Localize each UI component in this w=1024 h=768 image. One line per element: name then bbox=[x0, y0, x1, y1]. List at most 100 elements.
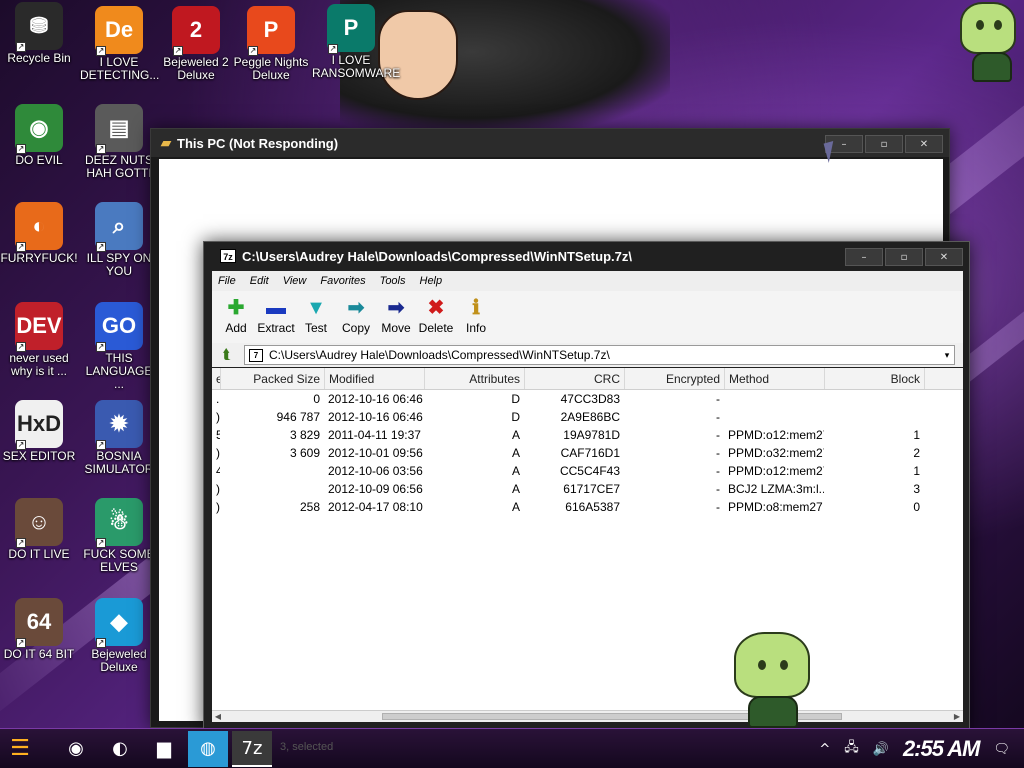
desktop-icon[interactable]: De ↗ I LOVE DETECTING... bbox=[80, 6, 159, 82]
menu-item[interactable]: Edit bbox=[250, 275, 269, 287]
table-cell: - bbox=[716, 446, 720, 460]
chevron-down-icon[interactable]: ▾ bbox=[940, 350, 954, 361]
table-cell: 258 bbox=[299, 500, 320, 514]
desktop-icon[interactable]: ◆ ↗ Bejeweled Deluxe bbox=[80, 598, 158, 674]
table-row[interactable]: ) 3 609 2012-10-01 09:56 A CAF716D1 - PPMD:o32… bbox=[212, 444, 963, 462]
table-cell: - bbox=[716, 464, 720, 478]
table-row[interactable]: ) 2012-10-09 06:56 A 61717CE7 - BCJ2 LZMA:3m:… bbox=[212, 480, 963, 498]
desktop-icon[interactable]: ⛃ ↗ Recycle Bin bbox=[0, 2, 78, 65]
table-row[interactable]: ) 946 787 2012-10-16 06:46 D 2A9E86BC - bbox=[212, 408, 963, 426]
table-cell: ) bbox=[216, 410, 220, 424]
desktop-icon-label: DO EVIL bbox=[15, 153, 63, 167]
desktop-icon[interactable]: ◐ ↗ FURRYFUCK! bbox=[0, 202, 78, 265]
minimize-button[interactable]: – bbox=[845, 248, 883, 266]
table-cell: 2012-10-06 03:56 bbox=[328, 464, 423, 478]
toolbar-button-add[interactable]: ✚ Add bbox=[216, 291, 256, 343]
desktop-icon[interactable]: ◉ ↗ DO EVIL bbox=[0, 104, 78, 167]
column-header[interactable]: Packed Size bbox=[221, 368, 325, 389]
desktop-icon[interactable]: P ↗ Peggle Nights Deluxe bbox=[232, 6, 310, 82]
column-header[interactable]: Encrypted bbox=[625, 368, 725, 389]
table-cell: 3 609 bbox=[289, 446, 320, 460]
move-icon: ➡ bbox=[387, 297, 405, 319]
desktop-icon-label: ILL SPY ON YOU bbox=[86, 251, 152, 278]
table-cell: 19A9781D bbox=[563, 428, 620, 442]
toolbar: ✚ Add ▬ Extract ▼ Test ➡ Copy ➡ Move ✖ Delete ℹ Info bbox=[212, 291, 963, 343]
shortcut-arrow-icon: ↗ bbox=[16, 538, 26, 548]
desktop-icon[interactable]: ⌕ ↗ ILL SPY ON YOU bbox=[80, 202, 158, 278]
table-row[interactable]: ) 258 2012-04-17 08:10 A 616A5387 - PPMD:o8:me… bbox=[212, 498, 963, 516]
toolbar-button-delete[interactable]: ✖ Delete bbox=[416, 291, 456, 343]
toolbar-button-extract[interactable]: ▬ Extract bbox=[256, 291, 296, 343]
desktop-icon[interactable]: HxD ↗ SEX EDITOR bbox=[0, 400, 78, 463]
column-header[interactable]: Modified bbox=[325, 368, 425, 389]
taskbar-chrome-icon[interactable]: ◉ bbox=[56, 731, 96, 767]
taskbar-firefox-icon[interactable]: ◐ bbox=[100, 731, 140, 767]
column-header[interactable]: Method bbox=[725, 368, 825, 389]
toolbar-button-copy[interactable]: ➡ Copy bbox=[336, 291, 376, 343]
sevenzip-app-icon: 7z bbox=[220, 249, 236, 263]
table-cell bbox=[724, 408, 824, 426]
toolbar-button-test[interactable]: ▼ Test bbox=[296, 291, 336, 343]
menu-item[interactable]: View bbox=[283, 275, 307, 287]
table-cell: 2 bbox=[913, 446, 920, 460]
scroll-right-icon[interactable]: ▶ bbox=[951, 711, 963, 722]
column-header[interactable]: Block bbox=[825, 368, 925, 389]
notification-icon[interactable]: 🗨 bbox=[993, 742, 1010, 757]
menu-item[interactable]: File bbox=[218, 275, 236, 287]
toolbar-button-info[interactable]: ℹ Info bbox=[456, 291, 496, 343]
menu-item[interactable]: Tools bbox=[380, 275, 406, 287]
toolbar-button-move[interactable]: ➡ Move bbox=[376, 291, 416, 343]
status-text: 3, selected bbox=[280, 741, 334, 753]
desktop-icon[interactable]: P ↗ I LOVE RANSOMWARE bbox=[312, 4, 400, 80]
desktop-icon[interactable]: GO ↗ THIS LANGUAGE ... bbox=[80, 302, 158, 391]
column-header[interactable]: CRC bbox=[525, 368, 625, 389]
network-icon[interactable]: 🖧 bbox=[844, 738, 859, 760]
taskbar-sevenzip-icon[interactable]: 7z bbox=[232, 730, 272, 767]
close-button[interactable]: ✕ bbox=[905, 135, 943, 153]
volume-icon[interactable]: 🔊 bbox=[873, 742, 889, 757]
table-cell: 0 bbox=[913, 500, 920, 514]
table-row[interactable]: 5 3 829 2011-04-11 19:37 A 19A9781D - PPMD:o12… bbox=[212, 426, 963, 444]
taskbar-explorer-icon[interactable]: ▆ bbox=[144, 731, 184, 767]
desktop-icon[interactable]: ▤ ↗ DEEZ NUTS HAH GOTTI bbox=[80, 104, 158, 180]
desktop-icon-label: BOSNIA SIMULATOR bbox=[84, 449, 154, 476]
horizontal-scrollbar[interactable]: ◀ ▶ bbox=[212, 710, 963, 722]
scroll-left-icon[interactable]: ◀ bbox=[212, 711, 224, 722]
table-cell: ) bbox=[216, 482, 220, 496]
toolbar-label: Test bbox=[304, 321, 327, 335]
chevron-up-icon[interactable]: ^ bbox=[819, 742, 830, 757]
delete-icon: ✖ bbox=[427, 297, 445, 319]
folder-up-icon[interactable]: ⮬ bbox=[216, 345, 238, 365]
menu-item[interactable]: Favorites bbox=[320, 275, 365, 287]
clock[interactable]: 2:55 AM bbox=[903, 736, 981, 762]
table-cell: 946 787 bbox=[276, 410, 320, 424]
table-cell: - bbox=[716, 482, 720, 496]
column-header[interactable]: e bbox=[212, 368, 221, 389]
table-cell bbox=[824, 390, 924, 408]
table-row[interactable]: . 0 2012-10-16 06:46 D 47CC3D83 - bbox=[212, 390, 963, 408]
desktop-icon[interactable]: 64 ↗ DO IT 64 BIT bbox=[0, 598, 78, 661]
table-row[interactable]: 4 2012-10-06 03:56 A CC5C4F43 - PPMD:o12:mem2… bbox=[212, 462, 963, 480]
table-cell: - bbox=[716, 500, 720, 514]
close-button[interactable]: ✕ bbox=[925, 248, 963, 266]
shortcut-arrow-icon: ↗ bbox=[16, 342, 26, 352]
column-header[interactable]: Attributes bbox=[425, 368, 525, 389]
desktop-icon[interactable]: ✹ ↗ BOSNIA SIMULATOR bbox=[80, 400, 158, 476]
table-cell: 2012-10-01 09:56 bbox=[328, 446, 423, 460]
desktop-icon[interactable]: DEV ↗ never used why is it ... bbox=[0, 302, 78, 378]
file-list[interactable]: ePacked SizeModifiedAttributesCRCEncrypt… bbox=[212, 368, 963, 722]
menu-item[interactable]: Help bbox=[420, 275, 443, 287]
table-cell bbox=[220, 480, 324, 498]
shortcut-arrow-icon: ↗ bbox=[16, 42, 26, 52]
maximize-button[interactable]: ▫ bbox=[865, 135, 903, 153]
address-input[interactable]: 7 C:\Users\Audrey Hale\Downloads\Compres… bbox=[244, 345, 955, 365]
table-cell: A bbox=[511, 428, 520, 442]
desktop-icon[interactable]: ☺ ↗ DO IT LIVE bbox=[0, 498, 78, 561]
taskbar-network-icon[interactable]: ◍ bbox=[188, 730, 228, 767]
start-menu-icon[interactable]: ☰ bbox=[0, 729, 40, 768]
sevenzip-window[interactable]: 7z C:\Users\Audrey Hale\Downloads\Compre… bbox=[203, 241, 970, 731]
desktop-icon[interactable]: ☃ ↗ FUCK SOME ELVES bbox=[80, 498, 158, 574]
desktop-icon[interactable]: 2 ↗ Bejeweled 2 Deluxe bbox=[157, 6, 235, 82]
maximize-button[interactable]: ▫ bbox=[885, 248, 923, 266]
sevenzip-title: C:\Users\Audrey Hale\Downloads\Compresse… bbox=[242, 248, 632, 264]
